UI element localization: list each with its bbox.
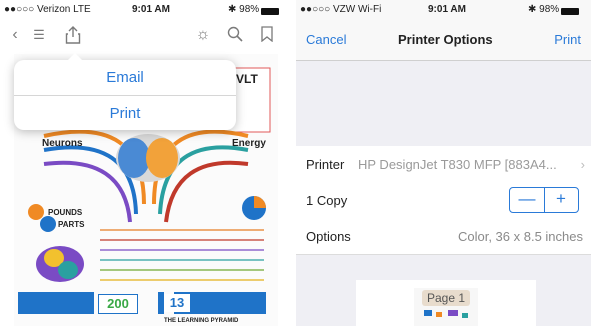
printer-value: HP DesignJet T830 MFP [883A4... <box>358 157 557 172</box>
battery-icon <box>261 8 280 15</box>
carrier-label: ●●○○○ Verizon LTE <box>4 4 91 15</box>
list-icon[interactable]: ☰ <box>30 26 48 44</box>
nav-bar: Cancel Printer Options Print <box>296 20 591 61</box>
carrier-label: ●●○○○ VZW Wi-Fi <box>300 4 382 15</box>
battery-label: ✱ 98% <box>228 4 280 15</box>
chevron-right-icon: › <box>580 157 585 172</box>
status-bar: ●●○○○ VZW Wi-Fi 9:01 AM ✱ 98% <box>296 0 591 20</box>
clock: 9:01 AM <box>132 4 170 15</box>
battery-icon <box>561 8 580 15</box>
back-icon[interactable]: ‹ <box>6 26 24 44</box>
status-bar: ●●○○○ Verizon LTE 9:01 AM ✱ 98% <box>0 0 292 20</box>
cancel-button[interactable]: Cancel <box>306 32 346 47</box>
print-option[interactable]: Print <box>14 96 236 131</box>
neurons-title: Neurons <box>42 138 83 149</box>
page-label: Page 1 <box>422 290 471 306</box>
search-icon[interactable] <box>226 26 244 44</box>
print-button[interactable]: Print <box>554 32 581 47</box>
copies-stepper: — + <box>509 187 579 213</box>
corner-heading: VLT <box>236 72 258 86</box>
battery-label: ✱ 98% <box>528 4 580 15</box>
copies-label: 1 Copy <box>306 193 348 208</box>
options-row[interactable]: Options Color, 36 x 8.5 inches <box>296 218 591 255</box>
bookmark-icon[interactable] <box>258 26 276 44</box>
share-screen: ●●○○○ Verizon LTE 9:01 AM ✱ 98% ‹ ☰ ☼ Ne… <box>0 0 292 326</box>
increment-button[interactable]: + <box>544 188 578 212</box>
options-label: Options <box>306 229 351 244</box>
energy-title: Energy <box>232 138 266 149</box>
copies-row: 1 Copy — + <box>296 182 591 219</box>
options-value: Color, 36 x 8.5 inches <box>457 229 583 244</box>
printer-label: Printer <box>306 157 345 172</box>
page-title: Printer Options <box>398 32 493 47</box>
preview-thumbnail: Page 1 <box>414 288 478 326</box>
stat-13: 13 <box>164 294 190 312</box>
share-icon[interactable] <box>64 26 82 44</box>
decrement-button[interactable]: — <box>510 188 545 212</box>
printer-row[interactable]: Printer HP DesignJet T830 MFP [883A4... … <box>296 146 591 183</box>
parts-label: PARTS <box>58 220 85 229</box>
email-option[interactable]: Email <box>14 60 236 95</box>
learning-pyramid-title: THE LEARNING PYRAMID <box>164 318 239 324</box>
clock: 9:01 AM <box>428 4 466 15</box>
printer-options-screen: ●●○○○ VZW Wi-Fi 9:01 AM ✱ 98% Cancel Pri… <box>296 0 591 326</box>
stat-200: 200 <box>98 294 138 314</box>
reader-toolbar: ‹ ☰ ☼ <box>0 22 292 50</box>
page-preview[interactable]: Page 1 <box>356 280 536 326</box>
pounds-label: POUNDS <box>48 208 83 217</box>
share-popover: Email Print <box>14 53 236 131</box>
brightness-icon[interactable]: ☼ <box>194 26 212 44</box>
